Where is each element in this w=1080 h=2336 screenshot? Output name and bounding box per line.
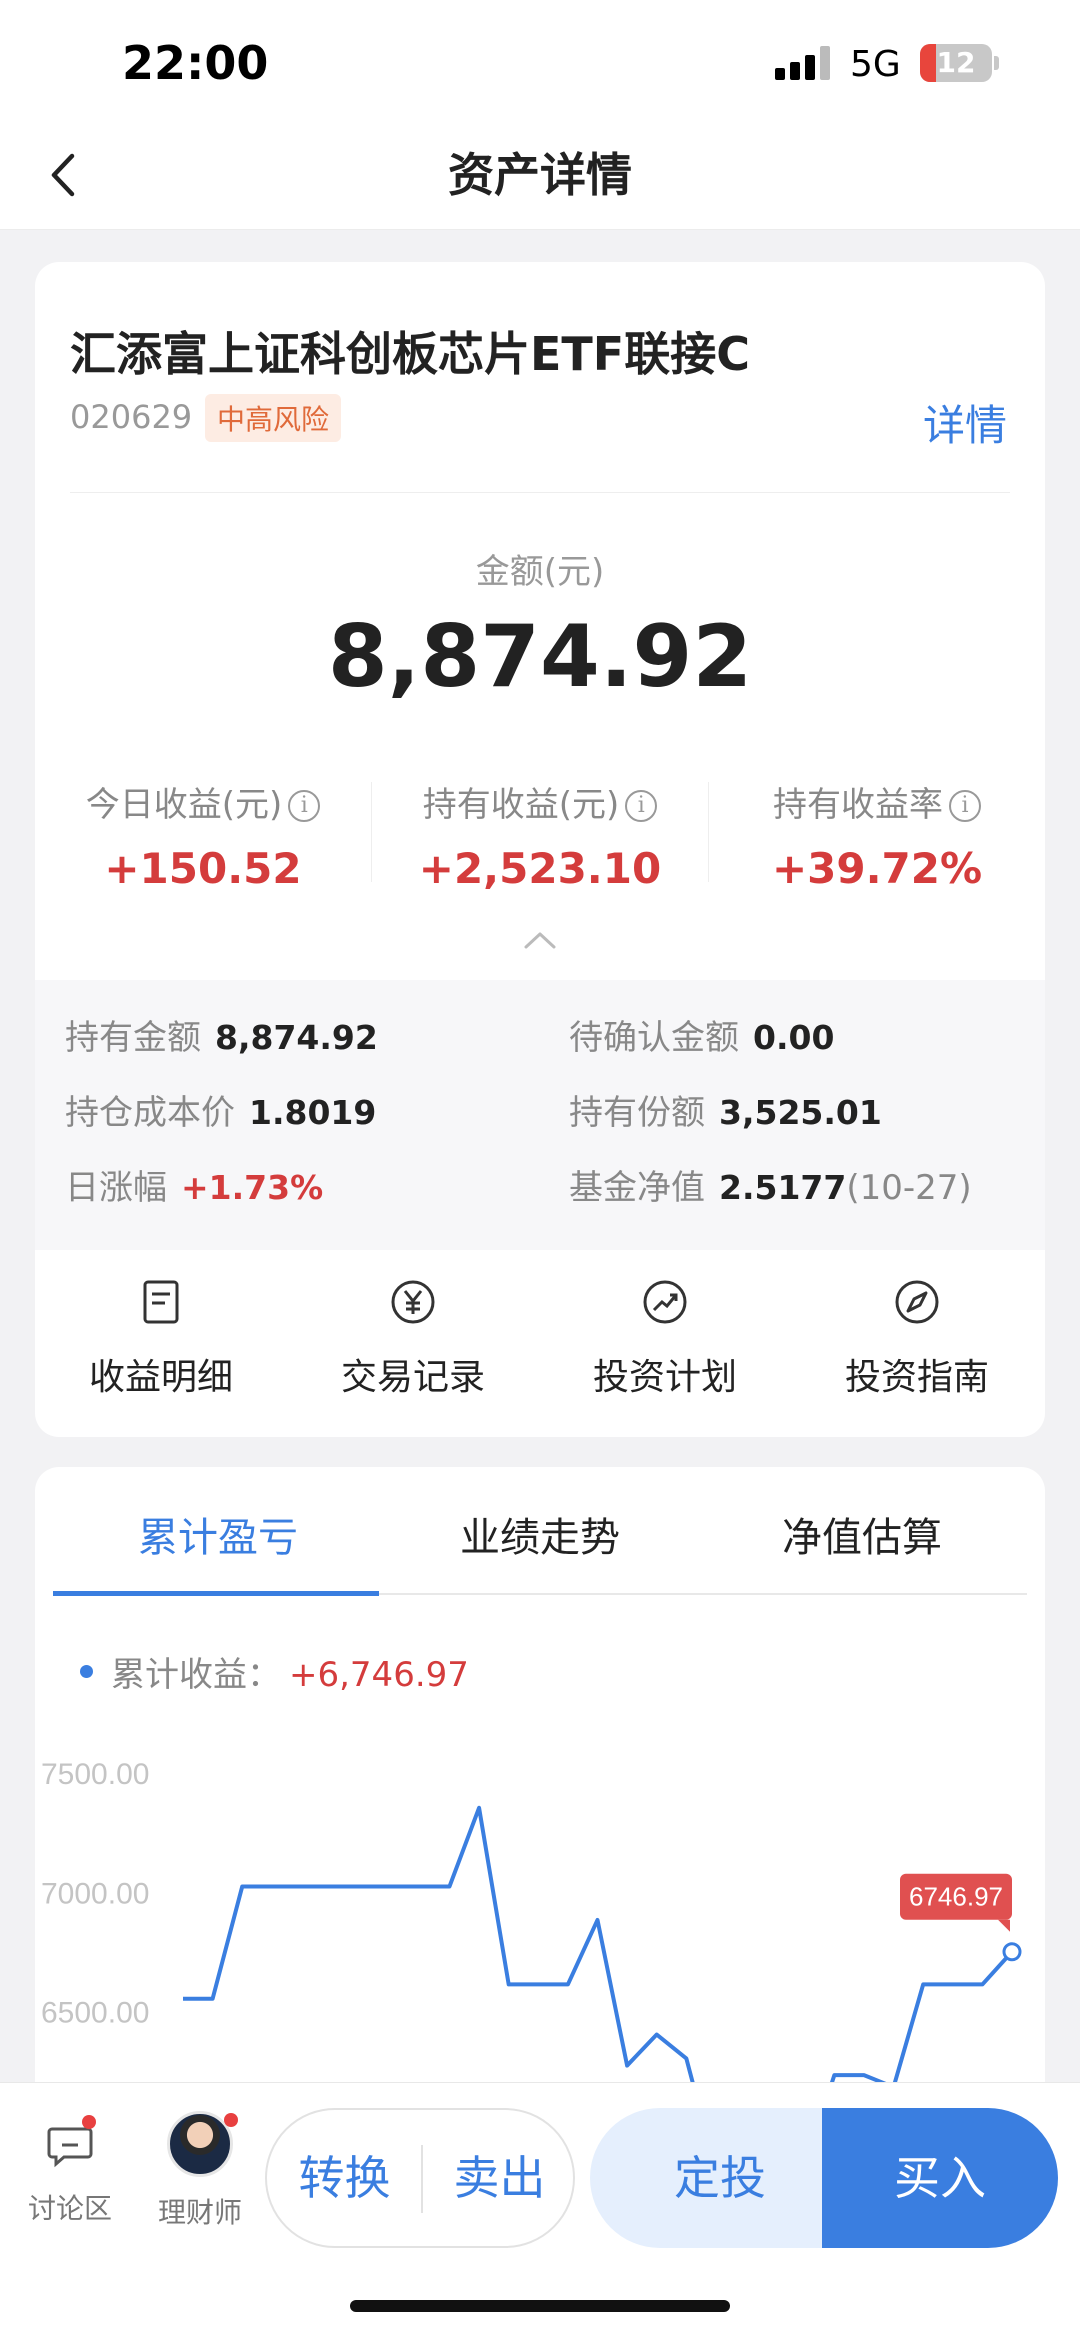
action-profit-detail[interactable]: 收益明细 <box>35 1278 287 1400</box>
document-icon <box>143 1280 179 1324</box>
hold-shares-value: 3,525.01 <box>719 1093 882 1132</box>
hold-amount: 持有金额 8,874.92 <box>65 1010 378 1059</box>
convert-button[interactable]: 转换 <box>267 2110 422 2246</box>
convert-sell-group: 转换 卖出 <box>265 2108 575 2248</box>
holding-return-label: 持有收益率 <box>773 785 943 825</box>
fund-nav-label: 基金净值 <box>569 1168 705 1208</box>
home-indicator <box>350 2300 730 2312</box>
daily-change: 日涨幅 +1.73% <box>65 1160 323 1209</box>
legend-dot <box>80 1665 93 1678</box>
divider <box>70 492 1010 493</box>
cost-price-value: 1.8019 <box>249 1093 377 1132</box>
sell-button[interactable]: 卖出 <box>422 2110 577 2246</box>
y-tick-label: 7000.00 <box>41 1877 149 1910</box>
notification-dot <box>224 2113 238 2127</box>
network-type: 5G <box>850 44 901 85</box>
fund-code: 020629 <box>70 398 193 436</box>
fund-name: 汇添富上证科创板芯片ETF联接C <box>70 327 750 381</box>
notification-dot <box>82 2115 96 2129</box>
nav-bar: 资产详情 <box>0 120 1080 230</box>
legend-label: 累计收益： <box>111 1655 281 1695</box>
page-title: 资产详情 <box>448 148 632 202</box>
amount-value: 8,874.92 <box>327 607 753 707</box>
holding-profit-value: +2,523.10 <box>418 844 662 893</box>
daily-change-value: +1.73% <box>181 1168 324 1207</box>
holding-profit: 持有收益(元) i +2,523.10 <box>372 777 708 893</box>
hold-amount-value: 8,874.92 <box>215 1018 378 1057</box>
trend-icon <box>643 1280 687 1324</box>
action-label: 交易记录 <box>340 1357 485 1398</box>
tab-cumulative-profit[interactable]: 累计盈亏 <box>53 1505 383 1563</box>
holding-profit-label: 持有收益(元) <box>422 785 620 825</box>
y-tick-label: 6500.00 <box>41 1997 149 2030</box>
signal-icon <box>775 46 831 80</box>
info-icon[interactable]: i <box>288 790 321 822</box>
info-icon[interactable]: i <box>949 790 981 822</box>
tab-indicator <box>53 1591 379 1596</box>
tab-nav-estimate[interactable]: 净值估算 <box>697 1505 1027 1563</box>
y-tick-label: 7500.00 <box>41 1758 149 1791</box>
fund-nav-value: 2.5177 <box>719 1168 847 1207</box>
action-label: 投资指南 <box>844 1357 989 1398</box>
cost-price: 持仓成本价 1.8019 <box>65 1085 376 1134</box>
discuss-button[interactable]: 讨论区 <box>22 2111 118 2227</box>
hold-amount-label: 持有金额 <box>65 1018 201 1058</box>
status-time: 22:00 <box>122 36 269 90</box>
value-callout-label: 6746.97 <box>909 1882 1003 1912</box>
auto-invest-button[interactable]: 定投 <box>590 2108 850 2248</box>
pending-amount-value: 0.00 <box>753 1018 835 1057</box>
yen-icon <box>391 1280 435 1324</box>
chart-legend: 累计收益： +6,746.97 <box>80 1647 469 1696</box>
pending-amount-label: 待确认金额 <box>569 1018 739 1058</box>
tab-performance[interactable]: 业绩走势 <box>375 1505 705 1563</box>
battery-tip <box>994 56 999 70</box>
action-trade-records[interactable]: 交易记录 <box>287 1278 539 1400</box>
amount-label: 金额(元) <box>475 552 605 592</box>
status-bar: 22:00 5G 12 <box>0 0 1080 120</box>
hold-shares-label: 持有份额 <box>569 1093 705 1133</box>
action-row: 收益明细 交易记录 投资计划 投资指南 <box>35 1250 1045 1437</box>
back-arrow-icon[interactable] <box>40 150 90 200</box>
holding-details: 持有金额 8,874.92 待确认金额 0.00 持仓成本价 1.8019 持有份额 3… <box>35 980 1045 1250</box>
last-point-marker <box>1002 1942 1022 1962</box>
fund-detail-link[interactable]: 详情 <box>923 392 1007 453</box>
discuss-label: 讨论区 <box>27 2192 112 2225</box>
legend-value: +6,746.97 <box>289 1655 469 1695</box>
today-profit-value: +150.52 <box>104 844 302 893</box>
daily-change-label: 日涨幅 <box>65 1168 167 1208</box>
action-invest-plan[interactable]: 投资计划 <box>539 1278 791 1400</box>
advisor-button[interactable]: 理财师 <box>150 2111 250 2231</box>
holding-return-rate: 持有收益率 i +39.72% <box>709 777 1045 893</box>
action-invest-guide[interactable]: 投资指南 <box>791 1278 1043 1400</box>
bottom-action-bar: 讨论区 理财师 转换 卖出 定投 买入 <box>0 2082 1080 2336</box>
action-label: 收益明细 <box>88 1357 233 1398</box>
risk-badge: 中高风险 <box>205 394 342 442</box>
cost-price-label: 持仓成本价 <box>65 1093 235 1133</box>
compass-icon <box>895 1280 939 1324</box>
pending-amount: 待确认金额 0.00 <box>569 1010 834 1059</box>
today-profit-label: 今日收益(元) <box>85 785 283 825</box>
value-callout-tail <box>998 1919 1010 1932</box>
fund-nav: 基金净值 2.5177(10-27) <box>569 1160 972 1209</box>
action-label: 投资计划 <box>592 1357 737 1398</box>
hold-shares: 持有份额 3,525.01 <box>569 1085 882 1134</box>
today-profit: 今日收益(元) i +150.52 <box>35 777 371 893</box>
holding-return-value: +39.72% <box>771 844 983 893</box>
fund-nav-date: (10-27) <box>846 1168 972 1208</box>
buy-button[interactable]: 买入 <box>822 2108 1058 2248</box>
battery-icon: 12 <box>920 44 992 82</box>
asset-summary-card: 汇添富上证科创板芯片ETF联接C 020629 中高风险 详情 金额(元) 8,… <box>35 262 1045 1437</box>
chevron-up-icon[interactable] <box>523 930 557 950</box>
info-icon[interactable]: i <box>625 790 658 822</box>
battery-level: 12 <box>936 46 976 79</box>
advisor-label: 理财师 <box>157 2196 242 2229</box>
